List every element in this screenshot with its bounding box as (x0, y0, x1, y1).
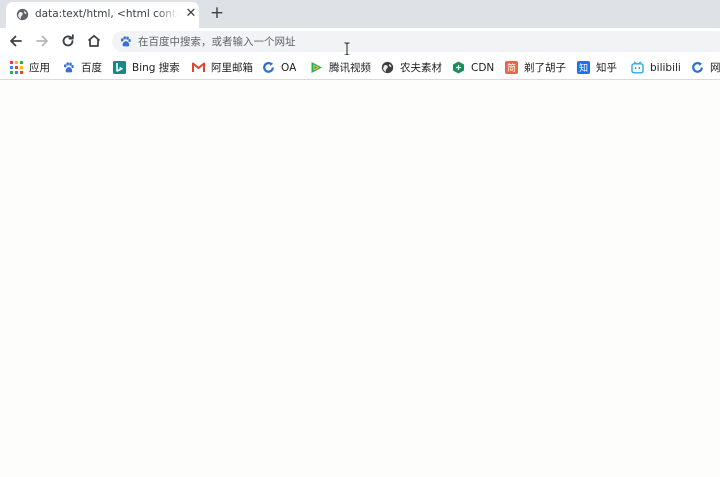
globe-icon (16, 8, 29, 21)
back-button[interactable] (7, 32, 25, 50)
home-icon (87, 34, 101, 47)
arrow-right-icon (36, 35, 48, 47)
bookmark-zhihu[interactable]: 知 知乎 (577, 59, 617, 76)
web-refresh-icon (692, 62, 703, 73)
bookmark-label: 阿里邮箱 (211, 62, 253, 74)
address-bar[interactable] (112, 31, 720, 52)
aliyun-mail-icon (192, 62, 205, 72)
reload-icon (62, 34, 74, 47)
bilibili-tv-icon (631, 61, 644, 74)
tencent-video-icon (311, 62, 322, 73)
baidu-paw-icon (63, 62, 74, 73)
arrow-left-icon (10, 35, 22, 47)
address-input[interactable] (138, 31, 638, 52)
bing-icon (113, 61, 126, 74)
bookmark-bilibili[interactable]: bilibili (631, 59, 681, 76)
browser-tab[interactable]: data:text/html, <html contenteditable> ✕ (6, 2, 199, 28)
bookmark-nongfu[interactable]: 农夫素材 (381, 59, 442, 76)
bookmark-label: Bing 搜索 (132, 62, 180, 74)
bookmark-label: 农夫素材 (400, 62, 442, 74)
bookmark-label: 知乎 (596, 62, 617, 74)
home-button[interactable] (85, 32, 103, 50)
bookmark-label: OA (281, 61, 297, 74)
tab-close-button[interactable]: ✕ (184, 7, 198, 21)
bookmark-oa[interactable]: OA (262, 59, 296, 76)
bookmark-label: 百度 (81, 62, 102, 74)
bookmark-label: bilibili (650, 61, 681, 74)
text-cursor-icon (344, 42, 350, 56)
globe-icon (381, 61, 394, 74)
apps-grid-icon (10, 61, 23, 74)
bookmarks-bar: 应用 百度 Bing 搜索 阿里邮箱 OA 腾讯视频 农夫素材 CDN 简 剃了… (0, 55, 720, 80)
page-content-area[interactable] (0, 81, 720, 477)
bookmark-cdn[interactable]: CDN (452, 59, 494, 76)
bookmark-label: CDN (471, 61, 495, 74)
jian-icon: 简 (505, 61, 518, 74)
bookmark-web[interactable]: 网 (691, 59, 720, 76)
oa-refresh-icon (263, 62, 274, 73)
tab-strip: data:text/html, <html contenteditable> ✕… (0, 0, 720, 28)
bookmark-label: 腾讯视频 (329, 62, 371, 74)
new-tab-button[interactable]: + (208, 4, 226, 22)
baidu-paw-icon (120, 36, 131, 47)
cdn-hex-icon (453, 61, 464, 74)
bookmark-bing[interactable]: Bing 搜索 (113, 59, 180, 76)
bookmark-label: 网 (710, 62, 720, 74)
tab-title: data:text/html, <html contenteditable> (35, 8, 178, 20)
reload-button[interactable] (59, 32, 77, 50)
bookmark-apps[interactable]: 应用 (10, 59, 50, 76)
bookmark-tilehuzi[interactable]: 简 剃了胡子 (505, 59, 566, 76)
browser-toolbar (0, 28, 720, 55)
bookmark-label: 剃了胡子 (524, 62, 566, 74)
bookmark-aliyun-mail[interactable]: 阿里邮箱 (192, 59, 253, 76)
svg-text:简: 简 (507, 62, 516, 74)
bookmark-tencent-video[interactable]: 腾讯视频 (310, 59, 371, 76)
bookmark-label: 应用 (29, 62, 50, 74)
svg-text:知: 知 (579, 62, 588, 74)
forward-button[interactable] (33, 32, 51, 50)
zhihu-icon: 知 (577, 61, 590, 74)
bookmark-baidu[interactable]: 百度 (62, 59, 102, 76)
